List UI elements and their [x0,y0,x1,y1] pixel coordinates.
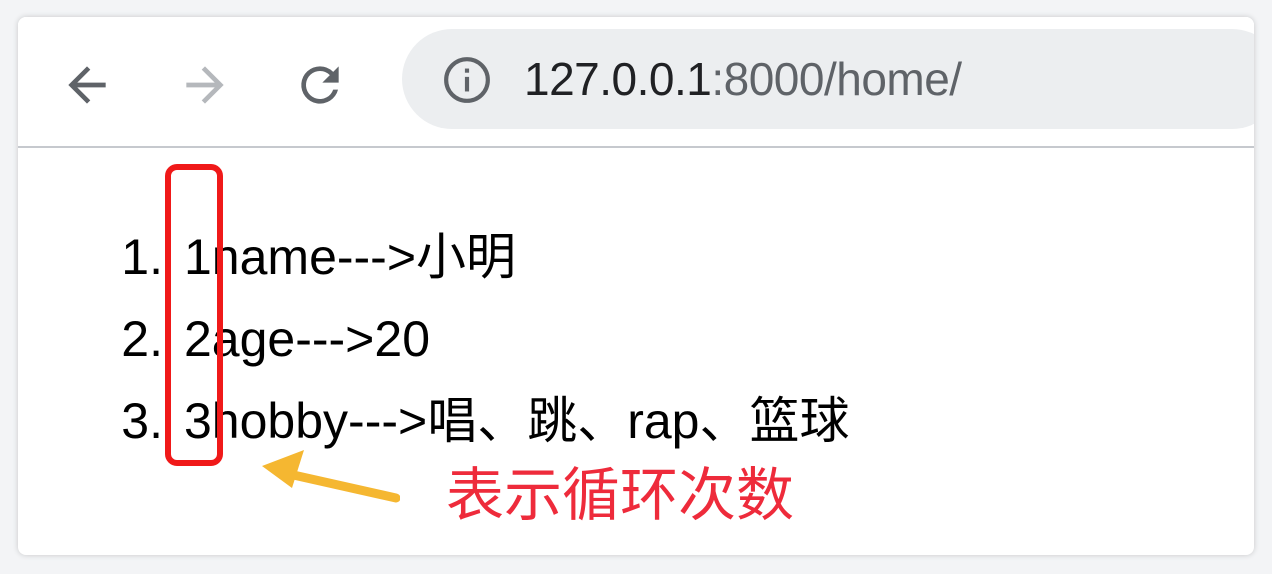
arrow-right-icon [186,66,224,104]
url-host: 127.0.0.1 [524,53,712,105]
browser-toolbar: 127.0.0.1:8000/home/ [18,17,1254,148]
pointer-arrow-icon [262,450,400,503]
list-item-text: 1name--->小明 [184,229,517,285]
info-icon[interactable] [442,55,492,105]
list-marker: 3. [121,393,163,449]
url-path: :8000/home/ [711,53,962,105]
back-button[interactable] [55,53,119,117]
address-bar[interactable]: 127.0.0.1:8000/home/ [402,29,1254,129]
reload-icon [301,66,339,104]
list-marker: 2. [121,311,163,367]
list-marker: 1. [121,229,163,285]
annotation-label: 表示循环次数 [446,461,795,529]
browser-window: 127.0.0.1:8000/home/ 1. 1name--->小明 2. 2… [18,17,1254,555]
arrow-left-icon [68,66,106,104]
page-content: 1. 1name--->小明 2. 2age--->20 3. 3hobby--… [18,148,1254,555]
forward-button[interactable] [173,53,237,117]
counter-highlight-box [165,164,223,466]
reload-button[interactable] [288,53,352,117]
url-text[interactable]: 127.0.0.1:8000/home/ [524,47,962,111]
